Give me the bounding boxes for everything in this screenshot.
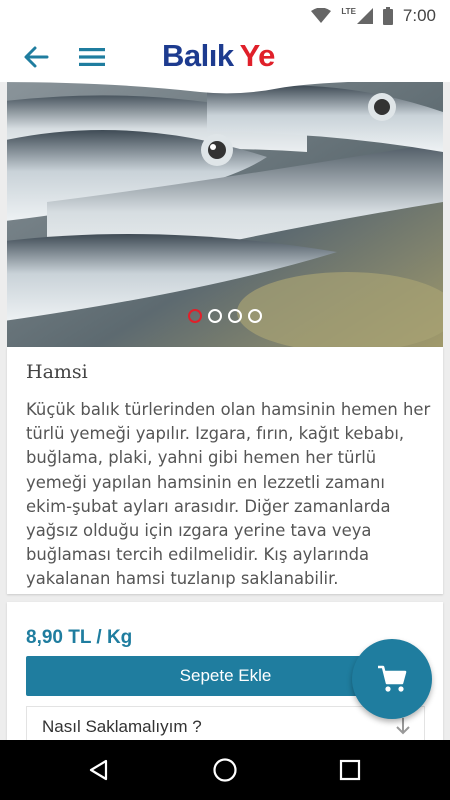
arrow-down-icon xyxy=(396,718,410,735)
cart-fab[interactable] xyxy=(352,639,432,719)
product-description-card: Hamsi Küçük balık türlerinden olan hamsi… xyxy=(7,347,443,594)
back-button[interactable] xyxy=(19,40,53,74)
header-wave xyxy=(0,80,450,94)
app-bar: Balık Ye xyxy=(0,32,450,82)
triangle-back-icon xyxy=(89,759,108,781)
carousel-dot-3[interactable] xyxy=(228,309,242,323)
battery-icon xyxy=(382,7,393,25)
product-title: Hamsi xyxy=(26,361,88,383)
product-image-carousel[interactable] xyxy=(7,82,443,347)
network-type: LTE xyxy=(341,6,356,16)
nav-back-button[interactable] xyxy=(86,757,112,783)
signal-icon: LTE xyxy=(341,6,373,24)
system-nav-bar xyxy=(0,740,450,800)
arrow-left-icon xyxy=(24,46,49,68)
square-recents-icon xyxy=(339,759,361,781)
wifi-icon xyxy=(311,8,332,24)
hamburger-menu-icon xyxy=(79,48,105,66)
circle-home-icon xyxy=(213,758,237,782)
faq-label: Nasıl Saklamalıyım ? xyxy=(42,717,202,736)
clock: 7:00 xyxy=(402,6,436,25)
carousel-indicators xyxy=(0,309,450,323)
shopping-cart-icon xyxy=(378,665,407,692)
carousel-dot-1[interactable] xyxy=(188,309,202,323)
nav-recents-button[interactable] xyxy=(337,757,363,783)
status-bar: LTE 7:00 xyxy=(0,0,450,32)
carousel-dot-2[interactable] xyxy=(208,309,222,323)
app-logo: Balık Ye xyxy=(162,38,275,73)
fish-photo xyxy=(7,82,443,347)
menu-button[interactable] xyxy=(75,40,109,74)
carousel-dot-4[interactable] xyxy=(248,309,262,323)
nav-home-button[interactable] xyxy=(212,757,238,783)
product-price: 8,90 TL / Kg xyxy=(26,627,133,648)
product-description: Küçük balık türlerinden olan hamsinin he… xyxy=(26,400,431,589)
